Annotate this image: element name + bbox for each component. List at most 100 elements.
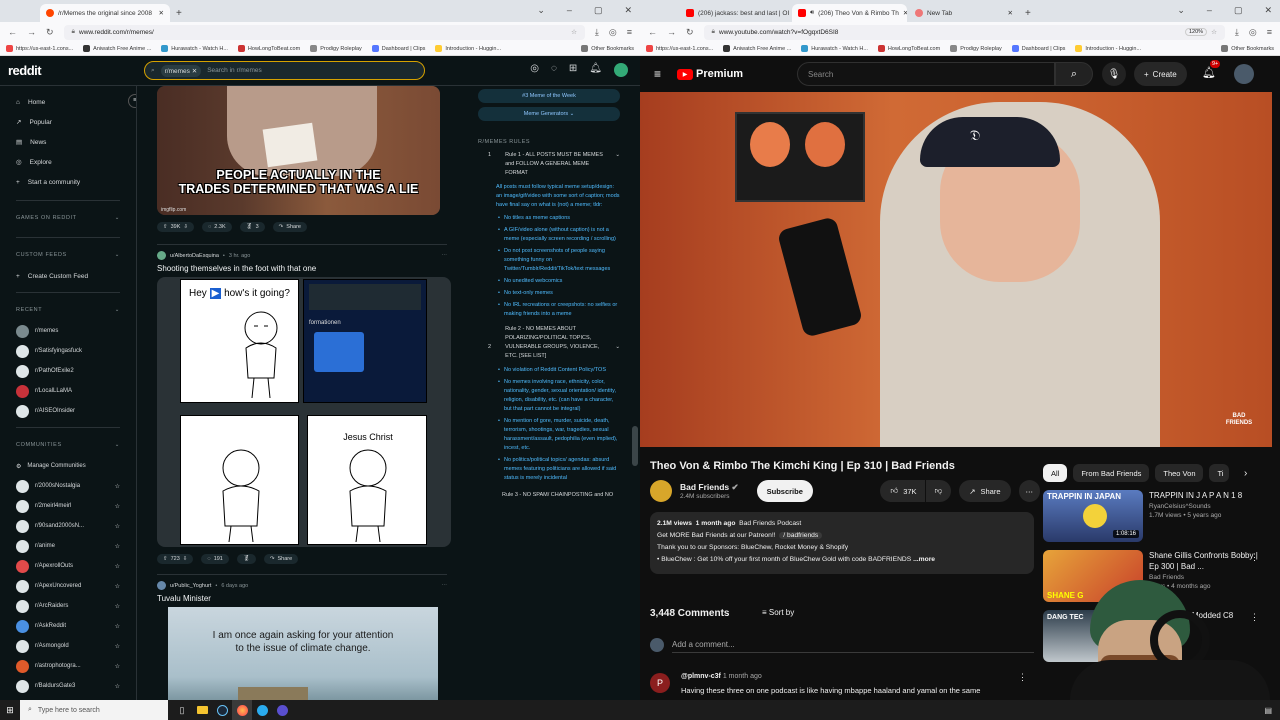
community-item[interactable]: r/ApexUncovered ☆ [16, 576, 120, 596]
youtube-search-input[interactable]: Search [797, 62, 1055, 86]
add-comment-input[interactable]: Add a comment... [672, 640, 1034, 653]
favorite-star-icon[interactable]: ☆ [115, 683, 120, 690]
post-author[interactable]: u/AlbertoDaEsquina [170, 253, 219, 259]
favorite-star-icon[interactable]: ☆ [115, 663, 120, 670]
bookmark-star-icon[interactable]: ☆ [1211, 28, 1217, 36]
chevron-right-icon[interactable]: › [1244, 468, 1247, 479]
user-avatar[interactable] [1234, 64, 1254, 84]
user-avatar[interactable] [157, 581, 166, 590]
community-item[interactable]: r/ApexrollOuts ☆ [16, 556, 120, 576]
forward-icon[interactable]: → [27, 27, 36, 37]
downloads-icon[interactable]: ⤓ [595, 27, 599, 38]
commenter-name[interactable]: @plmnv-c3f [681, 673, 721, 680]
share-button[interactable]: ↷ Share [272, 222, 307, 232]
community-item[interactable]: r/2meirl4meirl ☆ [16, 496, 120, 516]
scrollbar[interactable] [631, 86, 639, 700]
chip-theo-von[interactable]: Theo Von [1155, 464, 1204, 482]
bookmark-item[interactable]: https://us-east-1.cons... [646, 45, 713, 52]
nav-explore[interactable]: ◎ Explore [16, 152, 120, 172]
menu-icon[interactable]: ≡ [627, 27, 632, 37]
extension-icon[interactable]: ◎ [609, 27, 617, 38]
community-item[interactable]: r/Asmongold ☆ [16, 636, 120, 656]
steam-icon[interactable] [212, 700, 232, 720]
video-thumbnail[interactable]: TRAPPIN IN JAPAN 1:08:16 [1043, 490, 1143, 542]
menu-icon[interactable]: ≡ [1267, 27, 1272, 37]
notification-center-icon[interactable]: ▤ [1264, 706, 1272, 715]
share-button[interactable]: ↷ Share [263, 554, 299, 564]
vote-control[interactable]: ⇧ 723 ⇩ [157, 554, 194, 564]
community-item[interactable]: r/ArcRaiders ☆ [16, 596, 120, 616]
chat-icon[interactable]: ◌ [551, 63, 557, 77]
bookmark-item[interactable]: Prodigy Roleplay [950, 45, 1002, 52]
hamburger-menu-icon[interactable]: ≡ [654, 67, 661, 81]
bookmark-item[interactable]: Introduction - Huggin... [1075, 45, 1141, 52]
advertise-icon[interactable]: ◎ [530, 63, 539, 77]
community-item[interactable]: r/90sand2000sN... ☆ [16, 516, 120, 536]
bookmark-item[interactable]: Dashboard | Clips [1011, 45, 1065, 52]
other-bookmarks[interactable]: Other Bookmarks [1221, 45, 1274, 52]
community-item[interactable]: r/astrophotogra... ☆ [16, 656, 120, 676]
dropdown-icon[interactable]: ⌄ [537, 5, 545, 16]
dislike-button[interactable]: 👎︎ [925, 480, 952, 502]
bookmark-item[interactable]: HowLongToBeat.com [877, 45, 940, 52]
tab-new[interactable]: New Tab ✕ [909, 4, 1019, 22]
file-explorer-icon[interactable] [192, 700, 212, 720]
favorite-star-icon[interactable]: ☆ [115, 543, 120, 550]
minimize-icon[interactable]: – [567, 5, 572, 16]
obs-icon[interactable] [272, 700, 292, 720]
user-avatar[interactable] [614, 63, 628, 77]
recommended-video[interactable]: TRAPPIN IN JAPAN 1:08:16 TRAPPIN IN J A … [1043, 490, 1268, 542]
post-author[interactable]: u/Public_Yoghurt [170, 583, 211, 589]
custom-feeds-header[interactable]: CUSTOM FEEDS ⌄ [16, 252, 120, 266]
chip-from-bad-friends[interactable]: From Bad Friends [1073, 464, 1150, 482]
show-more-link[interactable]: ...more [913, 556, 935, 563]
recent-sub[interactable]: r/memes [16, 321, 120, 341]
share-button[interactable]: ↗ Share [959, 480, 1011, 502]
comments-button[interactable]: ◌ 2.3K [202, 222, 232, 232]
close-tab-icon[interactable]: ✕ [159, 9, 164, 17]
close-window-icon[interactable]: ✕ [624, 5, 632, 16]
rule-3[interactable]: Rule 3 - NO SPAM/ CHAINPOSTING and NO [478, 491, 620, 500]
like-button[interactable]: 👍︎ 37K [880, 480, 925, 502]
new-tab-icon[interactable]: + [172, 8, 182, 22]
user-avatar[interactable] [157, 251, 166, 260]
meme-generators-dropdown[interactable]: Meme Generators ⌄ [478, 107, 620, 121]
nav-news[interactable]: ▤ News [16, 132, 120, 152]
dropdown-icon[interactable]: ⌄ [1177, 5, 1185, 16]
more-actions-icon[interactable]: ⋯ [1018, 480, 1040, 502]
create-post-icon[interactable]: ⊞ [569, 63, 577, 77]
channel-avatar[interactable] [650, 480, 672, 502]
extension-icon[interactable]: ◎ [1249, 27, 1257, 38]
favorite-star-icon[interactable]: ☆ [115, 483, 120, 490]
post-1-image[interactable]: PEOPLE ACTUALLY IN THE TRADES DETERMINED… [157, 86, 440, 215]
favorite-star-icon[interactable]: ☆ [115, 503, 120, 510]
back-icon[interactable]: ← [8, 27, 17, 37]
more-options-icon[interactable]: ⋯ [442, 583, 448, 589]
podcast-link[interactable]: Bad Friends Podcast [739, 520, 801, 527]
downloads-icon[interactable]: ⤓ [1235, 27, 1239, 38]
firefox-icon[interactable] [232, 700, 252, 720]
favorite-star-icon[interactable]: ☆ [115, 583, 120, 590]
forward-icon[interactable]: → [667, 27, 676, 37]
more-options-icon[interactable]: ⋯ [442, 253, 448, 259]
community-item[interactable]: r/AskReddit ☆ [16, 616, 120, 636]
video-player[interactable]: 𝔇 BAD FRIENDS [640, 92, 1272, 447]
favorite-star-icon[interactable]: ☆ [115, 643, 120, 650]
search-input[interactable]: Search in r/memes [207, 67, 262, 74]
award-icon[interactable]: 🏅︎ [236, 554, 256, 564]
bookmark-item[interactable]: Dashboard | Clips [371, 45, 425, 52]
back-icon[interactable]: ← [648, 27, 657, 37]
nav-popular[interactable]: ↗ Popular [16, 112, 120, 132]
notifications-icon[interactable]: 🔔︎ [589, 63, 602, 77]
collapse-sidebar-icon[interactable]: ≡ [128, 94, 136, 108]
rule-2[interactable]: 2 Rule 2 - NO MEMES ABOUT POLARIZING/POL… [478, 325, 620, 361]
reload-icon[interactable]: ↻ [46, 27, 54, 38]
post-3-image[interactable]: I am once again asking for your attentio… [168, 607, 438, 700]
comments-button[interactable]: ◌ 191 [201, 554, 229, 564]
subscribe-button[interactable]: Subscribe [756, 480, 813, 502]
games-section-header[interactable]: GAMES ON REDDIT ⌄ [16, 215, 120, 229]
post-title[interactable]: Shooting themselves in the foot with tha… [157, 264, 447, 273]
chip-all[interactable]: All [1043, 464, 1068, 482]
bookmark-item[interactable]: HowLongToBeat.com [237, 45, 300, 52]
recent-sub[interactable]: r/LocalLLaMA [16, 381, 120, 401]
